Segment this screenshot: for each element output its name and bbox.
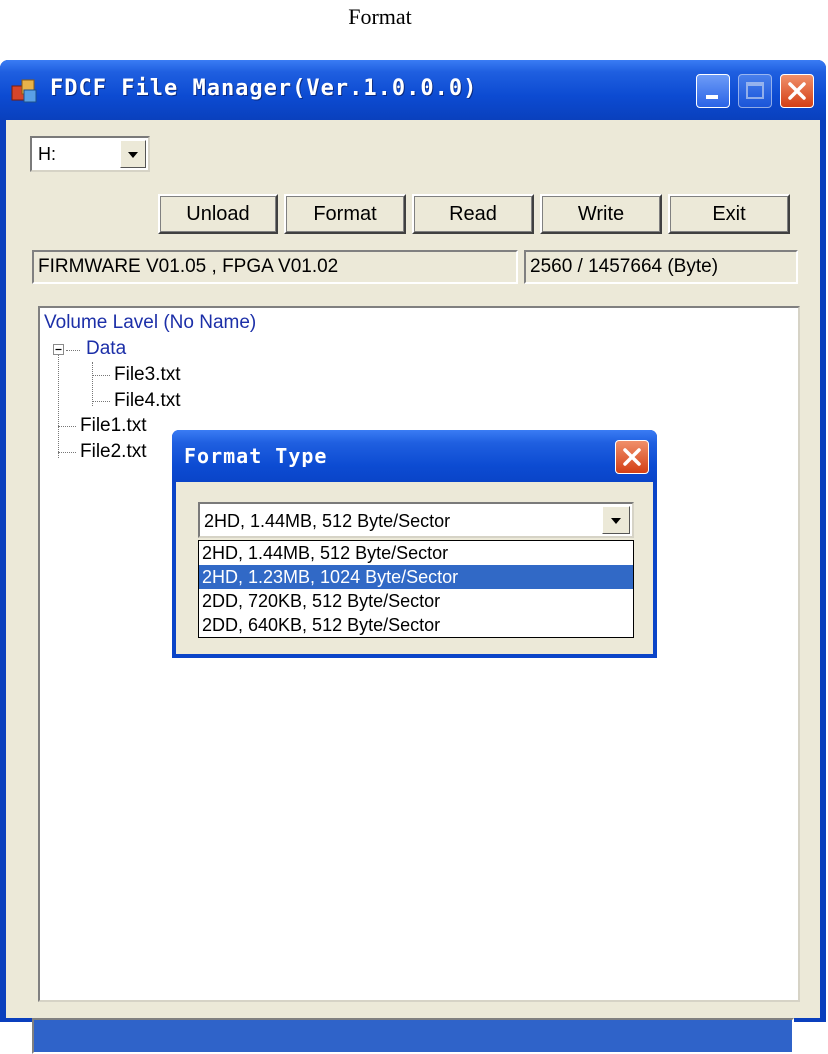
format-option[interactable]: 2DD, 640KB, 512 Byte/Sector — [199, 613, 633, 637]
tree-line — [58, 426, 76, 427]
chevron-down-icon — [611, 518, 621, 524]
dialog-title: Format Type — [184, 444, 328, 468]
format-option-highlighted[interactable]: 2HD, 1.23MB, 1024 Byte/Sector — [199, 565, 633, 589]
maximize-icon — [746, 82, 764, 99]
window-title: FDCF File Manager(Ver.1.0.0.0) — [50, 76, 478, 101]
dialog-titlebar[interactable]: Format Type — [172, 430, 657, 482]
app-icon — [11, 79, 37, 103]
tree-file[interactable]: File1.txt — [80, 415, 147, 437]
progress-fill — [34, 1020, 792, 1052]
close-icon — [788, 82, 806, 100]
close-button[interactable] — [780, 74, 814, 108]
usage-field: 2560 / 1457664 (Byte) — [524, 250, 798, 284]
minimize-button[interactable] — [696, 74, 730, 108]
tree-line — [66, 350, 80, 351]
format-option[interactable]: 2DD, 720KB, 512 Byte/Sector — [199, 589, 633, 613]
tree-line — [92, 362, 93, 406]
tree-file[interactable]: File4.txt — [114, 390, 181, 412]
minus-icon[interactable] — [53, 344, 64, 355]
drive-select[interactable]: H: — [30, 136, 150, 172]
tree-line — [58, 350, 59, 458]
progress-bar — [32, 1018, 794, 1054]
window-titlebar[interactable]: FDCF File Manager(Ver.1.0.0.0) — [0, 60, 826, 120]
dialog-close-button[interactable] — [615, 440, 649, 474]
tree-folder-data[interactable]: Data — [86, 338, 126, 360]
format-type-dialog: Format Type 2HD, 1.44MB, 512 Byte/Sector… — [172, 430, 657, 658]
format-type-select[interactable]: 2HD, 1.44MB, 512 Byte/Sector — [198, 502, 634, 538]
minimize-icon — [706, 95, 718, 99]
format-type-options: 2HD, 1.44MB, 512 Byte/Sector 2HD, 1.23MB… — [198, 540, 634, 638]
chevron-down-icon — [128, 152, 138, 158]
close-icon — [623, 448, 641, 466]
drive-dropdown-button[interactable] — [120, 140, 146, 168]
unload-button[interactable]: Unload — [158, 194, 278, 234]
tree-volume-label[interactable]: Volume Lavel (No Name) — [44, 312, 256, 334]
format-button[interactable]: Format — [284, 194, 406, 234]
tree-file[interactable]: File2.txt — [80, 441, 147, 463]
tree-line — [92, 401, 110, 402]
exit-button[interactable]: Exit — [668, 194, 790, 234]
maximize-button[interactable] — [738, 74, 772, 108]
tree-line — [92, 375, 110, 376]
format-option[interactable]: 2HD, 1.44MB, 512 Byte/Sector — [199, 541, 633, 565]
write-button[interactable]: Write — [540, 194, 662, 234]
tree-file[interactable]: File3.txt — [114, 364, 181, 386]
format-type-select-value: 2HD, 1.44MB, 512 Byte/Sector — [204, 511, 451, 531]
drive-select-value: H: — [38, 144, 56, 164]
read-button[interactable]: Read — [412, 194, 534, 234]
tree-line — [58, 452, 76, 453]
format-type-dropdown-button[interactable] — [602, 506, 630, 534]
page-caption: Format — [348, 4, 412, 29]
firmware-field: FIRMWARE V01.05 , FPGA V01.02 — [32, 250, 518, 284]
dialog-client: 2HD, 1.44MB, 512 Byte/Sector 2HD, 1.44MB… — [176, 482, 653, 654]
